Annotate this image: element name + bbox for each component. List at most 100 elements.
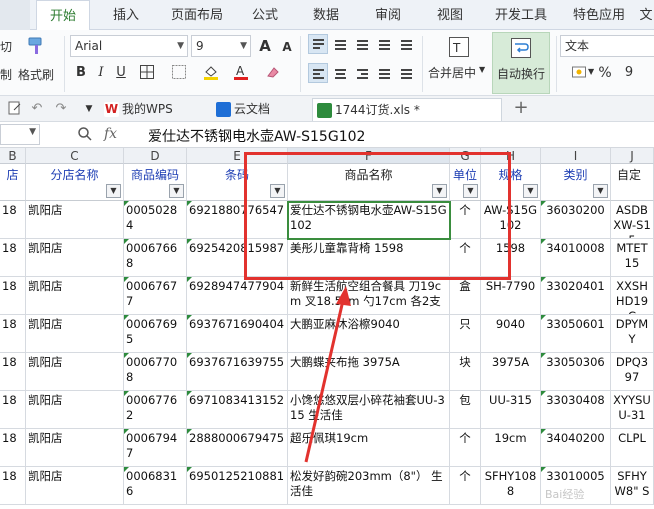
align-top-button[interactable] <box>308 34 328 54</box>
column-header-I[interactable]: I <box>541 148 611 164</box>
tab-home[interactable]: 开始 <box>36 0 90 31</box>
tab-review[interactable]: 审阅 <box>366 0 410 30</box>
cell-item-code[interactable]: 00067695 <box>124 315 187 353</box>
merge-center-icon[interactable]: T <box>448 36 470 58</box>
tab-developer[interactable]: 开发工具 <box>488 0 554 30</box>
cell-item-name[interactable]: 美彤儿童靠背椅 1598 <box>288 239 450 277</box>
filter-dropdown-icon[interactable]: ▼ <box>463 184 478 198</box>
align-justify-button[interactable] <box>374 34 394 54</box>
align-left-button[interactable] <box>308 63 328 83</box>
align-bottom-button[interactable] <box>352 34 372 54</box>
header-cell-category[interactable]: 类别 ▼ <box>541 164 611 201</box>
cell-item-name[interactable]: 松发好韵碗203mm（8"） 生活佳 <box>288 467 450 505</box>
header-cell-custom[interactable]: 自定 <box>611 164 654 201</box>
cell-custom[interactable]: XXSHHD19C <box>611 277 654 315</box>
cell-item-name[interactable]: 爱仕达不锈钢电水壶AW-S15G102 <box>288 201 450 239</box>
align-distribute-button[interactable] <box>396 34 416 54</box>
cell-store[interactable]: 18 <box>0 467 26 505</box>
cell-spec[interactable]: 3975A <box>481 353 541 391</box>
cell-store[interactable]: 18 <box>0 277 26 315</box>
cell-branch-name[interactable]: 凯阳店 <box>26 391 124 429</box>
cell-item-name[interactable]: 新鲜生活航空组合餐具 刀19cm 叉18.5cm 勺17cm 各2支 <box>288 277 450 315</box>
app-menu-area[interactable] <box>0 0 30 30</box>
cell-category[interactable]: 33050601 <box>541 315 611 353</box>
cell-store[interactable]: 18 <box>0 239 26 277</box>
tab-more[interactable]: 文 <box>638 0 654 30</box>
cell-unit[interactable]: 个 <box>450 201 481 239</box>
cell-custom[interactable]: CLPL <box>611 429 654 467</box>
cell-barcode[interactable]: 6925420815987 <box>187 239 288 277</box>
italic-button[interactable]: I <box>92 64 110 82</box>
formula-input[interactable]: 爱仕达不锈钢电水壶AW-S15G102 <box>148 126 365 146</box>
cell-branch-name[interactable]: 凯阳店 <box>26 201 124 239</box>
cell-category[interactable]: 36030200 <box>541 201 611 239</box>
cell-store[interactable]: 18 <box>0 391 26 429</box>
cell-category[interactable]: 34040200 <box>541 429 611 467</box>
cell-unit[interactable]: 个 <box>450 429 481 467</box>
chevron-down-icon[interactable]: ▼ <box>479 65 485 74</box>
cell-spec[interactable]: 1598 <box>481 239 541 277</box>
header-cell-store[interactable]: 店 <box>0 164 26 201</box>
undo-icon[interactable]: ↶ <box>28 100 46 118</box>
cell-spec[interactable]: UU-315 <box>481 391 541 429</box>
font-shrink-icon[interactable]: A <box>278 38 296 56</box>
cell-unit[interactable]: 只 <box>450 315 481 353</box>
cell-category[interactable]: 33020401 <box>541 277 611 315</box>
chevron-down-icon[interactable]: ▼ <box>80 100 98 118</box>
column-header-G[interactable]: G <box>450 148 481 164</box>
filter-dropdown-icon[interactable]: ▼ <box>432 184 447 198</box>
cell-item-code[interactable]: 00067947 <box>124 429 187 467</box>
cell-barcode[interactable]: 6928947477904 <box>187 277 288 315</box>
cell-item-code[interactable]: 00067677 <box>124 277 187 315</box>
cell-custom[interactable]: SFHYW8" S <box>611 467 654 505</box>
cell-barcode[interactable]: 6950125210881 <box>187 467 288 505</box>
cell-branch-name[interactable]: 凯阳店 <box>26 277 124 315</box>
cell-branch-name[interactable]: 凯阳店 <box>26 315 124 353</box>
cell-item-code[interactable]: 00068316 <box>124 467 187 505</box>
tab-page-layout[interactable]: 页面布局 <box>164 0 230 30</box>
zoom-search-icon[interactable] <box>76 126 94 144</box>
percent-button[interactable]: % <box>596 64 614 82</box>
cell-branch-name[interactable]: 凯阳店 <box>26 353 124 391</box>
cut-button[interactable]: 切 <box>0 38 12 55</box>
cell-item-code[interactable]: 00067708 <box>124 353 187 391</box>
cell-barcode[interactable]: 6937671690404 <box>187 315 288 353</box>
number-format-select[interactable]: 文本 <box>560 35 654 57</box>
tab-data[interactable]: 数据 <box>304 0 348 30</box>
column-header-J[interactable]: J <box>611 148 654 164</box>
filter-dropdown-icon[interactable]: ▼ <box>593 184 608 198</box>
cell-category[interactable]: 33030408 <box>541 391 611 429</box>
cell-custom[interactable]: DPQ397 <box>611 353 654 391</box>
cell-store[interactable]: 18 <box>0 315 26 353</box>
tab-insert[interactable]: 插入 <box>104 0 148 30</box>
clear-format-icon[interactable] <box>264 64 282 82</box>
cell-item-code[interactable]: 00050284 <box>124 201 187 239</box>
cell-unit[interactable]: 块 <box>450 353 481 391</box>
cell-store[interactable]: 18 <box>0 353 26 391</box>
header-cell-item-name[interactable]: 商品名称 ▼ <box>288 164 450 201</box>
font-grow-icon[interactable]: A <box>256 37 274 55</box>
column-header-C[interactable]: C <box>26 148 124 164</box>
merge-center-button[interactable]: 合并居中 <box>428 64 476 81</box>
header-cell-branch-name[interactable]: 分店名称 ▼ <box>26 164 124 201</box>
cell-item-name[interactable]: 大鹏蝶夹布拖 3975A <box>288 353 450 391</box>
cell-unit[interactable]: 个 <box>450 239 481 277</box>
header-cell-unit[interactable]: 单位 ▼ <box>450 164 481 201</box>
cell-unit[interactable]: 包 <box>450 391 481 429</box>
cell-category[interactable]: 34010008 <box>541 239 611 277</box>
format-painter-label[interactable]: 格式刷 <box>18 66 54 83</box>
cell-barcode[interactable]: 6921880776547 <box>187 201 288 239</box>
align-center-button[interactable] <box>330 63 350 83</box>
header-cell-barcode[interactable]: 条码 ▼ <box>187 164 288 201</box>
cell-branch-name[interactable]: 凯阳店 <box>26 239 124 277</box>
thousands-separator-button[interactable]: 9 <box>620 64 638 82</box>
font-color-icon[interactable]: A <box>232 63 250 81</box>
cell-item-code[interactable]: 00067668 <box>124 239 187 277</box>
borders-icon[interactable] <box>138 64 156 82</box>
filter-dropdown-icon[interactable]: ▼ <box>106 184 121 198</box>
tab-formulas[interactable]: 公式 <box>244 0 286 30</box>
gridline-icon[interactable] <box>170 64 188 82</box>
column-header-B[interactable]: B <box>0 148 26 164</box>
copy-button[interactable]: 制 <box>0 66 12 83</box>
chevron-down-icon[interactable]: ▼ <box>588 67 594 76</box>
